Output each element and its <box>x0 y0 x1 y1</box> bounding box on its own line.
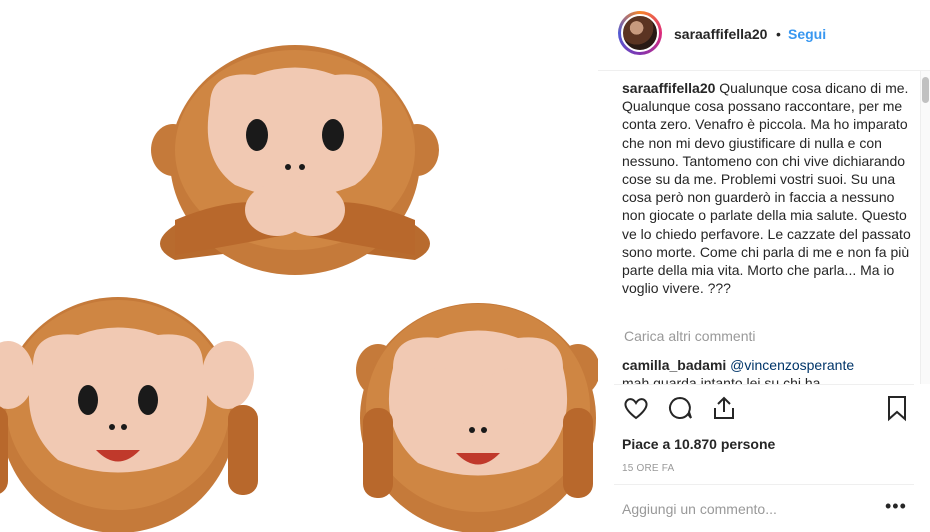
share-icon[interactable] <box>710 394 738 422</box>
comment-username[interactable]: camilla_badami <box>622 357 726 373</box>
caption-text: Qualunque cosa dicano di me. Qualunque c… <box>622 80 911 297</box>
monkey-speak-no-evil <box>151 45 439 275</box>
username-link[interactable]: saraaffifella20 <box>674 26 767 42</box>
post-header: saraaffifella20 • Segui <box>598 0 930 71</box>
post-timestamp: 15 ORE FA <box>622 463 675 474</box>
post-caption: saraaffifella20 Qualunque cosa dicano di… <box>622 79 912 297</box>
comments-scrollbar[interactable] <box>920 71 930 384</box>
comment-text: mah guarda intanto lei su chi ha <box>622 375 821 384</box>
caption-username[interactable]: saraaffifella20 <box>622 80 715 96</box>
monkey-hear-no-evil <box>0 297 258 532</box>
likes-count[interactable]: Piace a 10.870 persone <box>622 436 775 452</box>
post-photo <box>0 0 598 532</box>
post-panel: saraaffifella20 • Segui saraaffifella20 … <box>598 0 930 532</box>
avatar-image <box>621 14 659 52</box>
comment-item: camilla_badami @vincenzosperante mah gua… <box>622 356 912 384</box>
separator-dot: • <box>776 26 781 42</box>
load-more-comments-button[interactable]: Carica altri commenti <box>624 328 755 344</box>
divider <box>614 484 914 485</box>
monkey-pillows-image <box>0 45 598 532</box>
heart-icon[interactable] <box>622 394 650 422</box>
monkey-see-no-evil <box>356 303 598 532</box>
comment-icon[interactable] <box>666 394 694 422</box>
follow-button[interactable]: Segui <box>788 26 826 42</box>
avatar[interactable] <box>618 11 662 55</box>
divider <box>614 384 914 385</box>
bookmark-icon[interactable] <box>883 394 911 422</box>
action-bar <box>598 394 930 426</box>
comment-mention[interactable]: @vincenzosperante <box>730 357 854 373</box>
more-options-icon[interactable]: ••• <box>885 496 907 517</box>
add-comment-input[interactable]: Aggiungi un commento... <box>622 501 777 517</box>
comments-list[interactable]: saraaffifella20 Qualunque cosa dicano di… <box>598 71 920 384</box>
scrollbar-thumb[interactable] <box>922 77 929 103</box>
